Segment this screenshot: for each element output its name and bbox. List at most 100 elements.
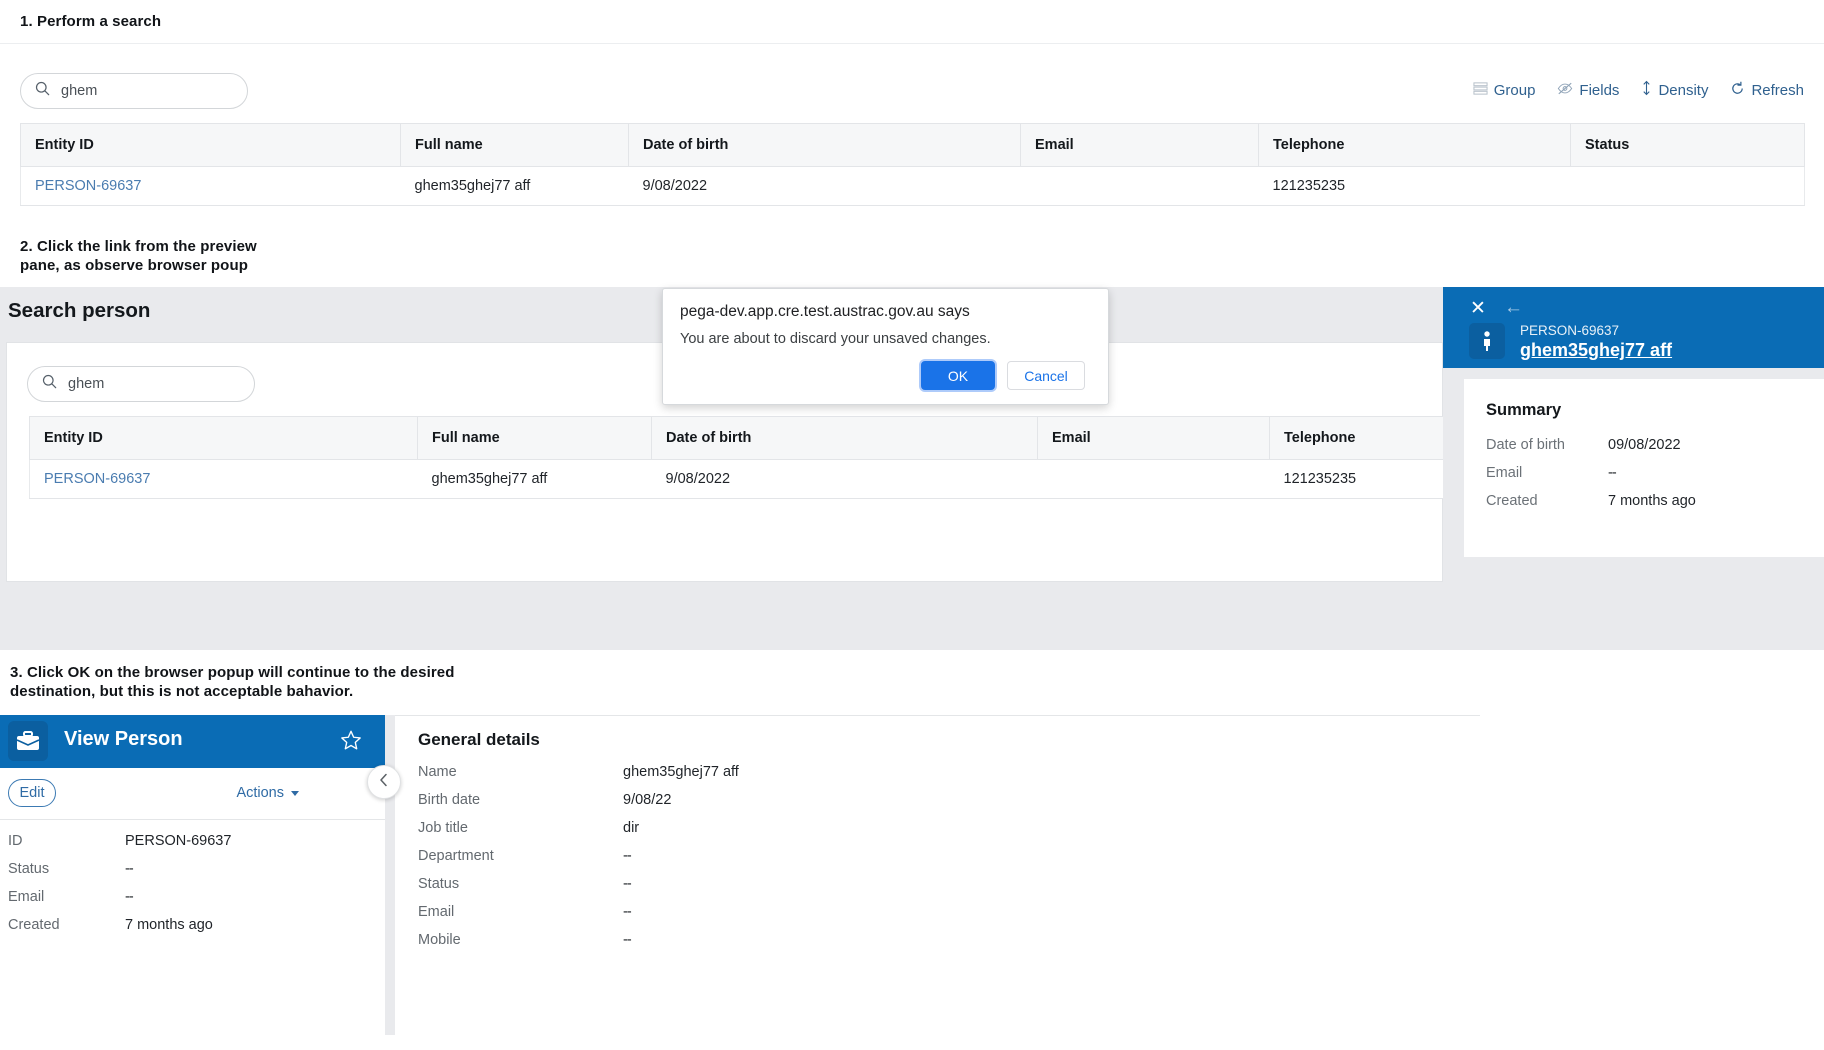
caption-step-3-line-2: destination, but this is not acceptable … bbox=[10, 683, 354, 700]
collapse-panel-button[interactable] bbox=[367, 765, 401, 799]
field-value: 9/08/22 bbox=[623, 792, 672, 808]
field-label: Mobile bbox=[418, 932, 461, 948]
group-button-label: Group bbox=[1493, 81, 1536, 99]
preview-summary-card: Summary Date of birth 09/08/2022 Email -… bbox=[1464, 379, 1824, 557]
cell-status bbox=[1570, 166, 1805, 206]
fields-button[interactable]: Fields bbox=[1557, 81, 1619, 100]
preview-pane-header: ✕ ← PERSON-69637 ghem35ghej77 aff bbox=[1443, 287, 1824, 368]
search-input-field[interactable] bbox=[61, 83, 233, 99]
field-row-birth-date: Birth date 9/08/22 bbox=[418, 792, 1118, 820]
refresh-button-label: Refresh bbox=[1751, 81, 1804, 99]
group-rows-icon bbox=[1473, 81, 1488, 100]
column-header-dob[interactable]: Date of birth bbox=[628, 123, 1021, 167]
field-value: PERSON-69637 bbox=[125, 833, 232, 849]
summary-row-dob: Date of birth 09/08/2022 bbox=[1486, 437, 1806, 465]
field-value: 7 months ago bbox=[125, 917, 213, 933]
view-person-action-bar: Edit Actions bbox=[0, 768, 385, 820]
column-header-email[interactable]: Email bbox=[1037, 416, 1270, 460]
column-header-email[interactable]: Email bbox=[1020, 123, 1259, 167]
field-row-department: Department -- bbox=[418, 848, 1118, 876]
search-input-field-2[interactable] bbox=[68, 376, 240, 392]
column-header-telephone[interactable]: Telephone bbox=[1258, 123, 1571, 167]
column-header-entity-id[interactable]: Entity ID bbox=[20, 123, 401, 167]
summary-heading: Summary bbox=[1486, 401, 1562, 419]
field-label: Created bbox=[1486, 493, 1538, 509]
search-icon bbox=[35, 81, 50, 101]
entity-id-link[interactable]: PERSON-69637 bbox=[44, 471, 150, 487]
cancel-button[interactable]: Cancel bbox=[1007, 361, 1085, 390]
caption-step-1: 1. Perform a search bbox=[20, 13, 162, 30]
table-row: PERSON-69637 ghem35ghej77 aff 9/08/2022 … bbox=[20, 166, 1805, 206]
arrow-left-icon[interactable]: ← bbox=[1504, 298, 1523, 317]
summary-field-list: Date of birth 09/08/2022 Email -- Create… bbox=[1486, 437, 1806, 521]
field-value: -- bbox=[125, 861, 134, 877]
section-1-body: Group Fields bbox=[0, 44, 1824, 225]
field-row-status: Status -- bbox=[8, 861, 368, 889]
field-row-mobile: Mobile -- bbox=[418, 932, 1118, 960]
field-row-created: Created 7 months ago bbox=[8, 917, 368, 945]
chevron-left-icon bbox=[379, 773, 389, 792]
star-outline-icon[interactable] bbox=[340, 729, 362, 756]
density-button-label: Density bbox=[1658, 81, 1709, 99]
cell-telephone: 121235235 bbox=[1258, 166, 1571, 206]
screenshot-root: 1. Perform a search ghem Group Fields De… bbox=[0, 0, 1824, 1050]
grid-toolbar: Group Fields Density Refresh bbox=[1473, 80, 1804, 100]
field-label: Status bbox=[418, 876, 460, 892]
field-label: Job title bbox=[418, 820, 468, 836]
field-value: -- bbox=[623, 904, 632, 920]
cell-email bbox=[1020, 166, 1259, 206]
refresh-button[interactable]: Refresh bbox=[1730, 81, 1804, 100]
field-label: Date of birth bbox=[1486, 437, 1565, 453]
cell-dob: 9/08/2022 bbox=[651, 459, 1038, 499]
panel-gutter bbox=[385, 715, 395, 1035]
caption-step-2-line-1: 2. Click the link from the preview bbox=[20, 238, 257, 255]
group-button[interactable]: Group bbox=[1473, 81, 1536, 100]
view-person-field-list: ID PERSON-69637 Status -- Email -- Creat… bbox=[8, 833, 368, 945]
view-person-title: View Person bbox=[64, 728, 183, 750]
cell-email bbox=[1037, 459, 1270, 499]
column-header-dob[interactable]: Date of birth bbox=[651, 416, 1038, 460]
entity-id-link[interactable]: PERSON-69637 bbox=[35, 178, 141, 194]
field-value: -- bbox=[623, 848, 632, 864]
preview-entity-name-link[interactable]: ghem35ghej77 aff bbox=[1520, 340, 1672, 361]
browser-alert-dialog: pega-dev.app.cre.test.austrac.gov.au say… bbox=[662, 288, 1109, 405]
field-label: ID bbox=[8, 833, 23, 849]
search-input-2[interactable] bbox=[27, 366, 255, 402]
field-value: -- bbox=[623, 876, 632, 892]
column-header-entity-id[interactable]: Entity ID bbox=[29, 416, 418, 460]
field-label: Name bbox=[418, 764, 457, 780]
field-label: Email bbox=[1486, 465, 1523, 481]
density-button[interactable]: Density bbox=[1641, 80, 1708, 100]
field-row-job-title: Job title dir bbox=[418, 820, 1118, 848]
column-header-status[interactable]: Status bbox=[1570, 123, 1805, 167]
chevron-down-icon bbox=[291, 790, 299, 796]
summary-row-created: Created 7 months ago bbox=[1486, 493, 1806, 521]
view-person-header: View Person bbox=[0, 715, 385, 768]
field-row-id: ID PERSON-69637 bbox=[8, 833, 368, 861]
field-value: ghem35ghej77 aff bbox=[623, 764, 739, 780]
summary-row-email: Email -- bbox=[1486, 465, 1806, 493]
fields-button-label: Fields bbox=[1579, 81, 1620, 99]
close-icon[interactable]: ✕ bbox=[1470, 299, 1486, 318]
ok-button[interactable]: OK bbox=[921, 361, 995, 390]
section-1-search: 1. Perform a search ghem Group Fields De… bbox=[0, 0, 1824, 225]
column-header-full-name[interactable]: Full name bbox=[417, 416, 652, 460]
field-label: Department bbox=[418, 848, 494, 864]
field-value: -- bbox=[623, 932, 632, 948]
actions-menu[interactable]: Actions bbox=[236, 785, 299, 801]
field-row-name: Name ghem35ghej77 aff bbox=[418, 764, 1118, 792]
density-arrows-icon bbox=[1641, 80, 1652, 100]
eye-slash-icon bbox=[1557, 81, 1573, 100]
section-2-caption-band: 2. Click the link from the preview pane,… bbox=[0, 225, 1824, 287]
person-icon bbox=[1469, 323, 1505, 359]
search-input[interactable] bbox=[20, 73, 248, 109]
edit-button[interactable]: Edit bbox=[8, 779, 56, 807]
cell-dob: 9/08/2022 bbox=[628, 166, 1021, 206]
general-details-section: General details Name ghem35ghej77 aff Bi… bbox=[418, 730, 1118, 960]
column-header-full-name[interactable]: Full name bbox=[400, 123, 629, 167]
dialog-origin-text: pega-dev.app.cre.test.austrac.gov.au say… bbox=[680, 303, 970, 320]
field-value: 7 months ago bbox=[1608, 493, 1696, 509]
section-3-view-person: 3. Click OK on the browser popup will co… bbox=[0, 650, 1824, 1050]
cell-entity-id: PERSON-69637 bbox=[29, 459, 418, 499]
table-header-row: Entity ID Full name Date of birth Email … bbox=[20, 123, 1805, 167]
